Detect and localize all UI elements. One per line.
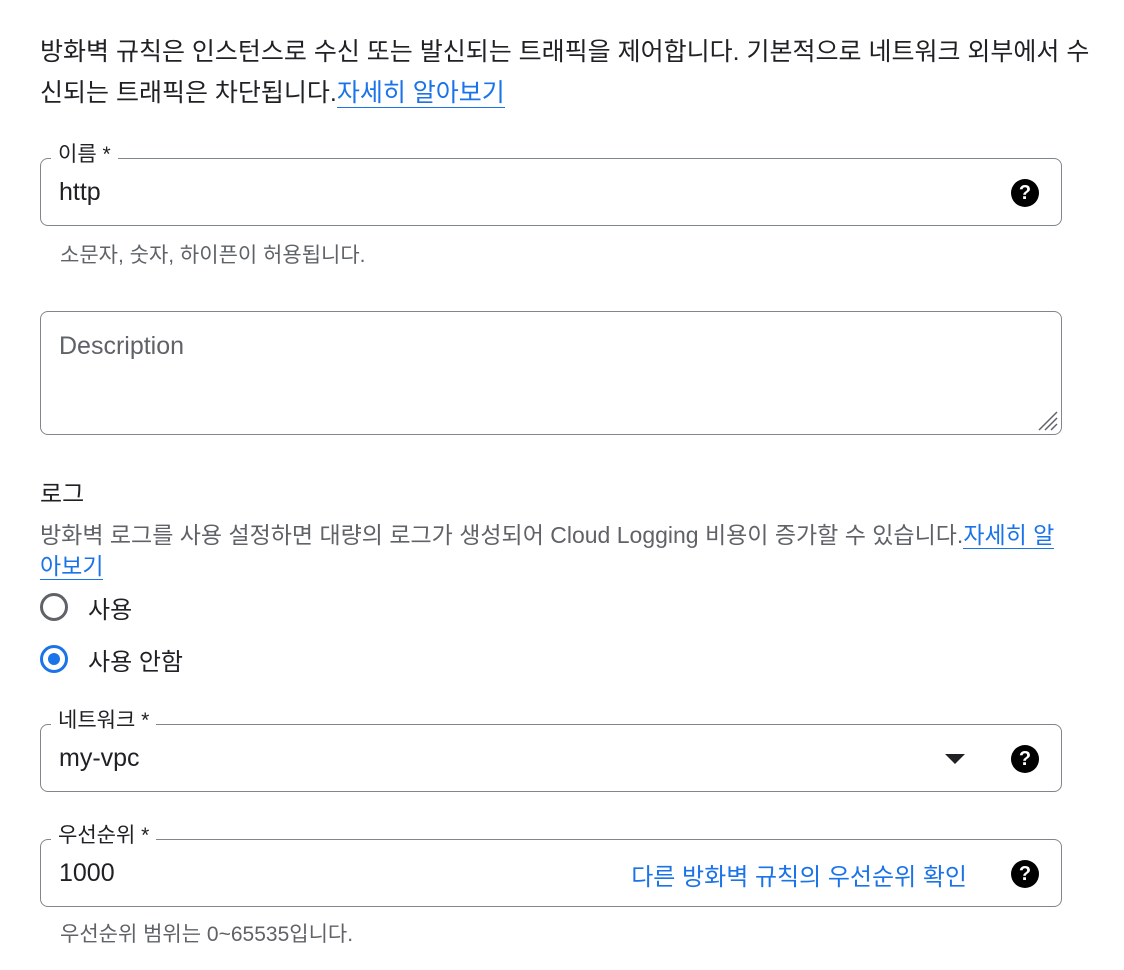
network-help-icon[interactable]: ? <box>1011 745 1039 773</box>
name-field-label: 이름 * <box>51 142 118 168</box>
logs-on-radio-icon[interactable] <box>40 593 68 621</box>
name-hint: 소문자, 숫자, 하이픈이 허용됩니다. <box>60 244 366 267</box>
logs-on-label: 사용 <box>88 596 133 624</box>
priority-hint: 우선순위 범위는 0~65535입니다. <box>60 923 354 946</box>
logs-off-label: 사용 안함 <box>88 648 183 676</box>
resize-handle-icon[interactable] <box>1033 406 1059 432</box>
logs-description: 방화벽 로그를 사용 설정하면 대량의 로그가 생성되어 Cloud Loggi… <box>40 520 1070 582</box>
intro-text: 방화벽 규칙은 인스턴스로 수신 또는 발신되는 트래픽을 제어합니다. 기본적… <box>40 32 1090 114</box>
name-field[interactable]: 이름 * http ? <box>40 142 1062 226</box>
name-help-icon[interactable]: ? <box>1011 179 1039 207</box>
description-placeholder: Description <box>59 332 185 360</box>
priority-field[interactable]: 우선순위 * 1000 다른 방화벽 규칙의 우선순위 확인 ? <box>40 823 1062 907</box>
logs-off-radio-option[interactable]: 사용 안함 <box>40 642 183 676</box>
network-selected-value[interactable]: my-vpc <box>59 743 140 773</box>
priority-help-icon[interactable]: ? <box>1011 860 1039 888</box>
name-input[interactable]: http <box>59 177 101 207</box>
description-textarea[interactable]: Description <box>40 311 1062 435</box>
network-select[interactable]: 네트워크 * my-vpc ? <box>40 708 1062 792</box>
intro-description: 방화벽 규칙은 인스턴스로 수신 또는 발신되는 트래픽을 제어합니다. 기본적… <box>40 38 1090 107</box>
priority-field-label: 우선순위 * <box>51 823 157 849</box>
network-field-label: 네트워크 * <box>51 708 157 734</box>
logs-on-radio-option[interactable]: 사용 <box>40 590 132 624</box>
check-priority-link[interactable]: 다른 방화벽 규칙의 우선순위 확인 <box>631 857 967 892</box>
logs-description-text: 방화벽 로그를 사용 설정하면 대량의 로그가 생성되어 Cloud Loggi… <box>40 522 964 548</box>
logs-off-radio-icon[interactable] <box>40 645 68 673</box>
intro-learn-more-link[interactable]: 자세히 알아보기 <box>336 79 505 108</box>
dropdown-arrow-icon[interactable] <box>945 754 965 764</box>
logs-section-title: 로그 <box>40 481 85 508</box>
priority-input[interactable]: 1000 <box>59 858 115 888</box>
